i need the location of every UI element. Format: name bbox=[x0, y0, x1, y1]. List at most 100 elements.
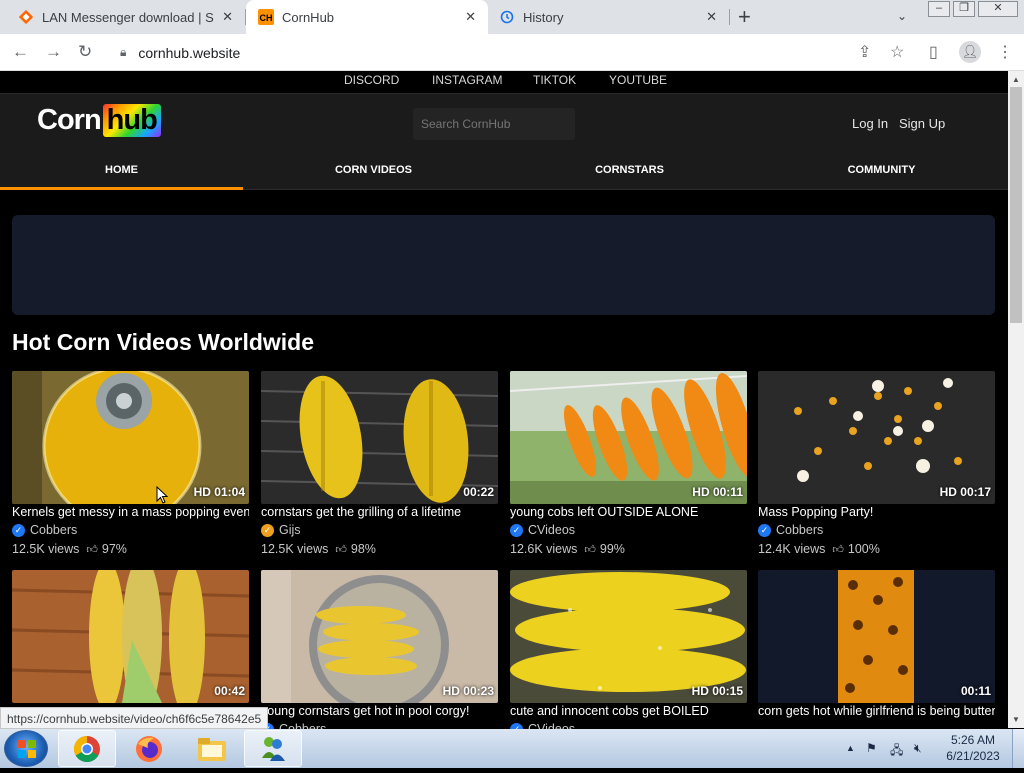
clock-date: 6/21/2023 bbox=[946, 749, 1000, 763]
bookmark-star-icon[interactable]: ☆ bbox=[890, 42, 904, 62]
profile-avatar-icon[interactable]: 👤︎ bbox=[959, 41, 981, 63]
tab-lan-messenger[interactable]: LAN Messenger download | SourceForge ✕ bbox=[0, 0, 245, 34]
video-thumbnail[interactable]: HD 00:23 bbox=[261, 570, 498, 703]
close-tab-icon[interactable]: ✕ bbox=[222, 9, 233, 25]
forward-arrow-icon[interactable]: → bbox=[45, 42, 62, 62]
video-title[interactable]: young cornstars get hot in pool corgy! bbox=[261, 704, 498, 718]
video-thumbnail[interactable]: HD 01:04 bbox=[12, 371, 249, 504]
taskbar-firefox[interactable] bbox=[120, 730, 178, 767]
channel-name[interactable]: Gijs bbox=[279, 523, 301, 537]
close-tab-icon[interactable]: ✕ bbox=[706, 9, 717, 25]
video-thumbnail[interactable]: HD 00:15 bbox=[510, 570, 747, 703]
nav-corn-videos[interactable]: CORN VIDEOS bbox=[252, 164, 495, 176]
taskbar-file-explorer[interactable] bbox=[183, 730, 241, 767]
svg-text:CH: CH bbox=[260, 13, 273, 23]
system-clock[interactable]: 5:26 AM 6/21/2023 bbox=[942, 732, 1004, 764]
cornhub-favicon: CH bbox=[258, 9, 274, 25]
link-youtube[interactable]: YOUTUBE bbox=[609, 73, 667, 87]
link-discord[interactable]: DISCORD bbox=[344, 73, 399, 87]
nav-community[interactable]: COMMUNITY bbox=[760, 164, 1003, 176]
duration-badge: HD 00:11 bbox=[692, 485, 743, 499]
start-button[interactable] bbox=[4, 730, 48, 767]
channel-name[interactable]: Cobbers bbox=[776, 523, 823, 537]
tab-search-chevron-icon[interactable]: ⌄ bbox=[897, 9, 907, 23]
lock-icon[interactable]: 🔒︎ bbox=[120, 45, 126, 60]
video-card[interactable]: HD 00:15 cute and innocent cobs get BOIL… bbox=[510, 570, 747, 736]
windows-taskbar: ▲ ⚑ 🖧︎ 🔇︎ 5:26 AM 6/21/2023 bbox=[0, 729, 1024, 768]
minimize-window-icon[interactable]: – bbox=[928, 1, 950, 17]
view-count: 12.6K views bbox=[510, 542, 578, 556]
close-window-icon[interactable]: ✕ bbox=[978, 1, 1018, 17]
video-card[interactable]: HD 00:17 Mass Popping Party! ✓ Cobbers 12… bbox=[758, 371, 995, 556]
status-bar-url: https://cornhub.website/video/ch6f6c5e78… bbox=[0, 707, 269, 729]
taskbar-chrome[interactable] bbox=[58, 730, 116, 767]
tab-history[interactable]: History ✕ bbox=[489, 0, 729, 34]
back-arrow-icon[interactable]: ← bbox=[12, 42, 29, 62]
video-thumbnail[interactable]: 00:22 bbox=[261, 371, 498, 504]
share-icon[interactable]: ⇪ bbox=[858, 42, 871, 62]
url-text[interactable]: cornhub.website bbox=[138, 45, 240, 61]
tab-title: LAN Messenger download | SourceForge bbox=[42, 9, 214, 25]
channel-name[interactable]: Cobbers bbox=[30, 523, 77, 537]
address-bar[interactable]: 🔒︎ cornhub.website bbox=[116, 38, 806, 67]
new-tab-plus-icon[interactable]: + bbox=[738, 4, 751, 30]
video-title[interactable]: cornstars get the grilling of a lifetime bbox=[261, 505, 498, 519]
video-thumbnail[interactable]: 00:42 bbox=[12, 570, 249, 703]
video-card[interactable]: 00:22 cornstars get the grilling of a li… bbox=[261, 371, 498, 556]
verified-check-icon: ✓ bbox=[510, 523, 523, 537]
thumbs-up-icon: 👍︎ bbox=[584, 543, 596, 556]
search-input[interactable] bbox=[413, 108, 575, 140]
view-count: 12.5K views bbox=[12, 542, 80, 556]
nav-cornstars[interactable]: CORNSTARS bbox=[508, 164, 751, 176]
video-title[interactable]: cute and innocent cobs get BOILED bbox=[510, 704, 747, 718]
video-card[interactable]: HD 00:11 young cobs left OUTSIDE ALONE ✓… bbox=[510, 371, 747, 556]
video-card[interactable]: 00:42 bbox=[12, 570, 249, 703]
video-thumbnail[interactable]: HD 00:17 bbox=[758, 371, 995, 504]
action-center-flag-icon[interactable]: ⚑ bbox=[866, 741, 877, 755]
video-title[interactable]: young cobs left OUTSIDE ALONE bbox=[510, 505, 747, 519]
link-tiktok[interactable]: TIKTOK bbox=[533, 73, 576, 87]
video-card[interactable]: HD 00:23 young cornstars get hot in pool… bbox=[261, 570, 498, 736]
thumbs-up-icon: 👍︎ bbox=[832, 543, 844, 556]
logo-part-1: Corn bbox=[37, 104, 102, 136]
scroll-down-arrow-icon[interactable]: ▼ bbox=[1012, 715, 1020, 724]
verified-check-icon: ✓ bbox=[758, 523, 771, 537]
close-tab-icon[interactable]: ✕ bbox=[465, 9, 476, 25]
video-title[interactable]: Mass Popping Party! bbox=[758, 505, 995, 519]
reload-icon[interactable]: ↻ bbox=[78, 42, 92, 62]
site-logo[interactable]: Corn hub bbox=[37, 104, 161, 137]
taskbar-lan-messenger[interactable] bbox=[244, 730, 302, 767]
tab-cornhub[interactable]: CH CornHub ✕ bbox=[246, 0, 488, 34]
scroll-up-arrow-icon[interactable]: ▲ bbox=[1012, 75, 1020, 84]
duration-badge: 00:11 bbox=[960, 684, 991, 698]
tab-title: CornHub bbox=[282, 9, 335, 25]
chrome-icon bbox=[73, 735, 100, 762]
side-panel-icon[interactable]: ▯ bbox=[929, 42, 938, 62]
scrollbar-thumb[interactable] bbox=[1010, 87, 1022, 323]
site-header: Corn hub Log In Sign Up HOME CORN VIDEOS… bbox=[0, 94, 1008, 190]
volume-muted-icon[interactable]: 🔇︎ bbox=[914, 741, 922, 756]
nav-home[interactable]: HOME bbox=[0, 164, 243, 176]
video-card[interactable]: 00:11 corn gets hot while girlfriend is … bbox=[758, 570, 995, 718]
restore-window-icon[interactable]: ❐ bbox=[953, 1, 975, 17]
show-hidden-icons-arrow[interactable]: ▲ bbox=[846, 743, 855, 753]
network-icon[interactable]: 🖧︎ bbox=[890, 741, 903, 762]
clock-time: 5:26 AM bbox=[950, 733, 996, 747]
video-title[interactable]: Kernels get messy in a mass popping even… bbox=[12, 505, 249, 519]
ad-banner[interactable] bbox=[12, 215, 995, 315]
video-card[interactable]: HD 01:04 Kernels get messy in a mass pop… bbox=[12, 371, 249, 556]
show-desktop-button[interactable] bbox=[1012, 729, 1024, 768]
duration-badge: HD 01:04 bbox=[193, 485, 245, 499]
video-title[interactable]: corn gets hot while girlfriend is being … bbox=[758, 704, 995, 718]
channel-name[interactable]: CVideos bbox=[528, 523, 575, 537]
vertical-scrollbar[interactable]: ▲ ▼ bbox=[1008, 71, 1024, 728]
login-link[interactable]: Log In bbox=[852, 116, 888, 131]
signup-link[interactable]: Sign Up bbox=[899, 116, 945, 131]
link-instagram[interactable]: INSTAGRAM bbox=[432, 73, 502, 87]
video-thumbnail[interactable]: 00:11 bbox=[758, 570, 995, 703]
active-nav-underline bbox=[0, 187, 243, 190]
video-thumbnail[interactable]: HD 00:11 bbox=[510, 371, 747, 504]
rating: 98% bbox=[350, 542, 376, 556]
more-menu-icon[interactable]: ⋮ bbox=[997, 42, 1013, 62]
firefox-icon bbox=[136, 735, 162, 762]
